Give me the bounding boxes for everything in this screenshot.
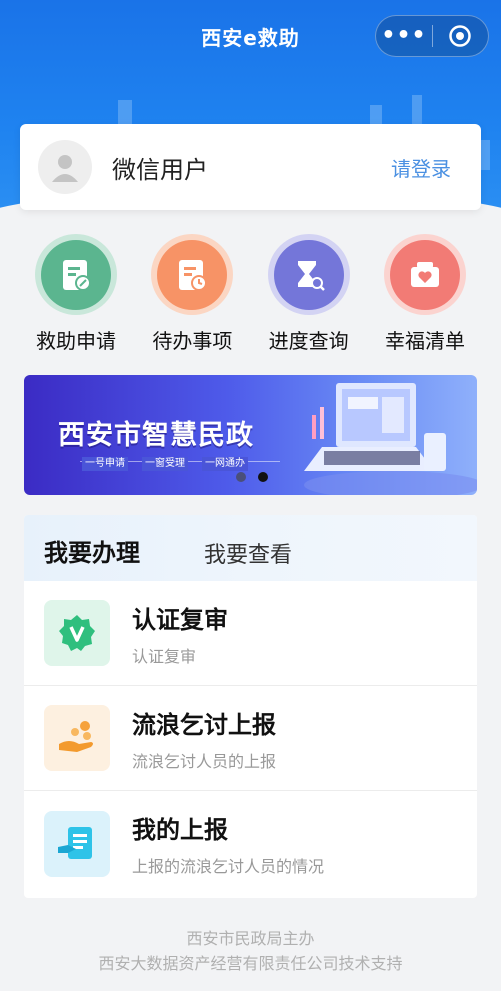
list-item-title: 认证复审 bbox=[132, 605, 228, 634]
list-item-report-vagrant[interactable]: 流浪乞讨上报 流浪乞讨人员的上报 bbox=[24, 686, 477, 791]
list-item-subtitle: 流浪乞讨人员的上报 bbox=[132, 751, 277, 771]
carousel-dot-active[interactable] bbox=[258, 472, 268, 482]
document-clock-icon bbox=[157, 239, 228, 310]
login-link[interactable]: 请登录 bbox=[391, 153, 451, 182]
carousel-dot[interactable] bbox=[236, 472, 246, 482]
hand-coins-icon bbox=[44, 705, 110, 771]
tab-view[interactable]: 我要查看 bbox=[204, 537, 292, 569]
banner-tag: 一窗受理 bbox=[142, 457, 188, 471]
banner-tags: 一号申请 一窗受理 一网通办 bbox=[82, 457, 248, 471]
quick-entry-grid: 救助申请 待办事项 进度查询 幸福清单 bbox=[20, 234, 481, 354]
quick-entry-label: 待办事项 bbox=[152, 329, 233, 353]
mini-program-capsule: ••• bbox=[375, 15, 489, 57]
quick-entry-label: 救助申请 bbox=[36, 329, 116, 353]
banner-title: 西安市智慧民政 bbox=[58, 420, 254, 451]
quick-entry-label: 进度查询 bbox=[268, 329, 349, 353]
quick-entry-progress[interactable]: 进度查询 bbox=[253, 234, 365, 354]
list-item-subtitle: 认证复审 bbox=[132, 646, 197, 666]
document-pen-icon bbox=[41, 239, 111, 310]
list-item-title: 我的上报 bbox=[132, 816, 228, 844]
more-dots-icon[interactable]: ••• bbox=[376, 25, 432, 47]
verified-badge-icon bbox=[44, 600, 110, 666]
list-item-title: 流浪乞讨上报 bbox=[132, 710, 276, 739]
laptop-illustration bbox=[304, 383, 477, 495]
user-silhouette-icon bbox=[52, 155, 78, 182]
footer: 西安市民政局主办 西安大数据资产经营有限责任公司技术支持 bbox=[0, 926, 501, 976]
list-item-verification[interactable]: 认证复审 认证复审 bbox=[24, 581, 477, 686]
target-circle-icon[interactable] bbox=[433, 24, 488, 48]
banner-tag: 一号申请 bbox=[82, 457, 128, 471]
carousel-indicator bbox=[236, 472, 268, 482]
avatar bbox=[38, 140, 92, 194]
hand-document-icon bbox=[44, 810, 110, 877]
tab-bar: 我要办理 我要查看 bbox=[24, 515, 477, 581]
tab-handle[interactable]: 我要办理 bbox=[44, 533, 140, 568]
promo-banner[interactable]: 西安市智慧民政 一号申请 一窗受理 一网通办 bbox=[24, 375, 477, 495]
footer-tech-support: 西安大数据资产经营有限责任公司技术支持 bbox=[98, 954, 403, 973]
list-item-my-reports[interactable]: 我的上报 上报的流浪乞讨人员的情况 bbox=[24, 791, 477, 896]
quick-entry-happiness[interactable]: 幸福清单 bbox=[369, 234, 481, 354]
quick-entry-apply[interactable]: 救助申请 bbox=[20, 234, 132, 354]
hourglass-search-icon bbox=[273, 239, 344, 310]
service-panel: 我要办理 我要查看 认证复审 认证复审 流浪乞讨上报 流浪乞讨人员的上报 我的上… bbox=[24, 515, 477, 898]
quick-entry-ring bbox=[35, 234, 117, 315]
banner-tag: 一网通办 bbox=[202, 457, 248, 471]
quick-entry-ring bbox=[267, 234, 350, 315]
quick-entry-label: 幸福清单 bbox=[384, 329, 465, 353]
user-card[interactable]: 微信用户 请登录 bbox=[20, 124, 481, 210]
list-item-subtitle: 上报的流浪乞讨人员的情况 bbox=[132, 857, 325, 876]
quick-entry-ring bbox=[383, 234, 466, 315]
quick-entry-todo[interactable]: 待办事项 bbox=[136, 234, 248, 354]
footer-organizer: 西安市民政局主办 bbox=[186, 929, 315, 948]
quick-entry-ring bbox=[151, 234, 234, 315]
heart-box-icon bbox=[389, 239, 460, 310]
username: 微信用户 bbox=[112, 155, 208, 184]
